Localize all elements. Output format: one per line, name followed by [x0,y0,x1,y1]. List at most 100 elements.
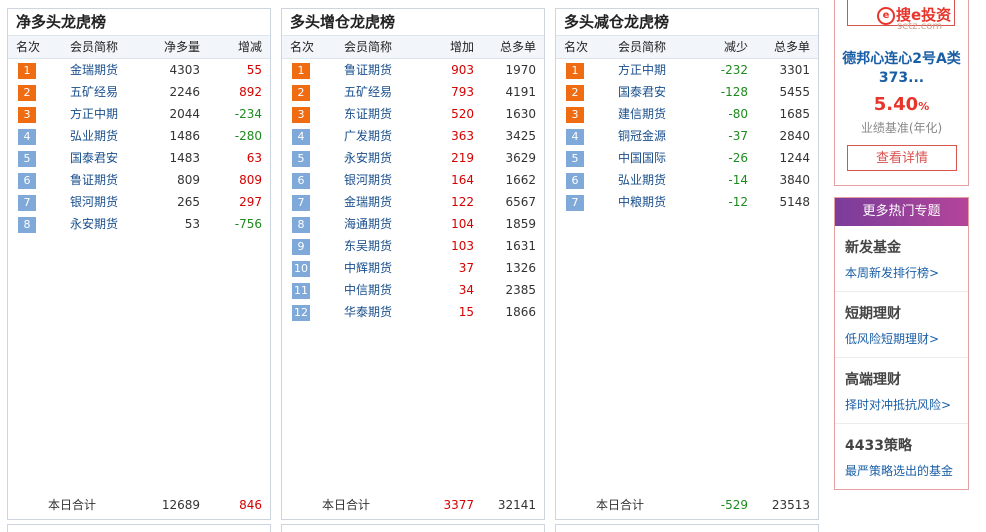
hot-topic-title: 4433策略 [845,438,912,454]
member-link[interactable]: 中辉期货 [326,257,410,279]
rank-badge: 7 [18,195,36,211]
panel-title: 多头增仓龙虎榜 [282,9,544,36]
value-cell: 2246 [169,85,200,99]
member-link[interactable]: 永安期货 [52,213,136,235]
rank-cell: 4 [282,125,326,147]
table-row: 7 银河期货 265 297 [8,191,270,213]
member-link[interactable]: 方正中期 [52,103,136,125]
change-cell: 1244 [779,151,810,165]
member-link[interactable]: 永安期货 [326,147,410,169]
rank-badge: 8 [292,217,310,233]
change-cell: 892 [239,85,262,99]
member-link[interactable]: 五矿经易 [52,81,136,103]
table-row: 11 中信期货 34 2385 [282,279,544,301]
table-row: 1 金瑞期货 4303 55 [8,59,270,81]
value-cell: -80 [728,107,748,121]
rank-cell: 3 [556,103,600,125]
rank-badge: 5 [18,151,36,167]
rank-badge: 6 [292,173,310,189]
change-cell: 6567 [505,195,536,209]
member-link[interactable]: 金瑞期货 [326,191,410,213]
rank-cell: 1 [8,59,52,81]
member-link[interactable]: 五矿经易 [326,81,410,103]
member-link[interactable]: 铜冠金源 [600,125,684,147]
hot-topic-link[interactable]: 择时对冲抵抗风险> [845,389,968,413]
col-rank: 名次 [290,40,315,54]
member-link[interactable]: 中信期货 [326,279,410,301]
fund-name-link[interactable]: 德邦心连心2号A类373... [835,50,968,88]
hot-topic-new-fund[interactable]: 新发基金 本周新发排行榜> [835,226,968,292]
table-row: 6 鲁证期货 809 809 [8,169,270,191]
fund-rate-desc: 业绩基准(年化) [860,121,943,135]
rank-cell: 3 [8,103,52,125]
member-link[interactable]: 中国国际 [600,147,684,169]
member-link[interactable]: 国泰君安 [600,81,684,103]
rank-cell: 8 [282,213,326,235]
member-link[interactable]: 银河期货 [326,169,410,191]
table-row: 1 鲁证期货 903 1970 [282,59,544,81]
member-link[interactable]: 中粮期货 [600,191,684,213]
value-cell: 265 [177,195,200,209]
hot-topic-link[interactable]: 最严策略选出的基金 [845,455,968,479]
change-cell: 1631 [505,239,536,253]
brand-logo-mark: e [877,6,895,25]
member-link[interactable]: 鲁证期货 [52,169,136,191]
hot-topic-link[interactable]: 本周新发排行榜> [845,257,968,281]
col-change: 增减 [237,40,262,54]
change-cell: -280 [234,129,262,143]
total-change: 32141 [497,498,536,512]
value-cell: 122 [451,195,474,209]
rank-badge: 2 [566,85,584,101]
member-link[interactable]: 华泰期货 [326,301,410,323]
hot-topic-4433[interactable]: 4433策略 最严策略选出的基金 [835,424,968,490]
member-link[interactable]: 方正中期 [600,59,684,81]
rank-cell: 6 [556,169,600,191]
member-link[interactable]: 东吴期货 [326,235,410,257]
member-link[interactable]: 银河期货 [52,191,136,213]
change-cell: 5148 [779,195,810,209]
change-cell: 3425 [505,129,536,143]
member-link[interactable]: 金瑞期货 [52,59,136,81]
rank-cell: 4 [556,125,600,147]
table-row: 8 永安期货 53 -756 [8,213,270,235]
rank-cell: 6 [8,169,52,191]
member-link[interactable]: 弘业期货 [600,169,684,191]
rank-badge: 7 [566,195,584,211]
rank-badge: 8 [18,217,36,233]
member-link[interactable]: 广发期货 [326,125,410,147]
member-link[interactable]: 鲁证期货 [326,59,410,81]
col-value: 增加 [449,40,474,54]
panel-title: 多头减仓龙虎榜 [556,9,818,36]
rank-cell: 7 [282,191,326,213]
rank-badge: 2 [292,85,310,101]
rank-badge: 4 [566,129,584,145]
rank-cell: 5 [8,147,52,169]
hot-topic-short-term[interactable]: 短期理财 低风险短期理财> [835,292,968,358]
member-link[interactable]: 国泰君安 [52,147,136,169]
change-cell: 2840 [779,129,810,143]
fund-rate-unit: % [918,100,930,113]
hot-topic-high-end[interactable]: 高端理财 择时对冲抵抗风险> [835,358,968,424]
col-rank: 名次 [16,40,41,54]
value-cell: 104 [451,217,474,231]
view-details-button[interactable]: 查看详情 [847,145,957,171]
member-link[interactable]: 建信期货 [600,103,684,125]
rank-badge: 6 [18,173,36,189]
hot-topic-title: 短期理财 [845,306,901,322]
change-cell: 55 [246,63,262,77]
fund-rate: 5.40% [835,94,968,115]
col-member: 会员简称 [617,40,666,54]
value-cell: 2044 [169,107,200,121]
table-row: 2 五矿经易 2246 892 [8,81,270,103]
table-row: 9 东吴期货 103 1631 [282,235,544,257]
hot-topic-link[interactable]: 低风险短期理财> [845,323,968,347]
member-link[interactable]: 海通期货 [326,213,410,235]
change-cell: -234 [234,107,262,121]
rank-badge: 1 [292,63,310,79]
rank-badge: 3 [566,107,584,123]
member-link[interactable]: 弘业期货 [52,125,136,147]
next-panel-edge [555,524,819,532]
rank-cell: 10 [282,257,326,279]
member-link[interactable]: 东证期货 [326,103,410,125]
net-long-ranking-panel: 净多头龙虎榜 名次 会员简称 净多量 增减 1 金瑞期货 4303 55 2 五矿经易 2246 892… [7,8,271,520]
